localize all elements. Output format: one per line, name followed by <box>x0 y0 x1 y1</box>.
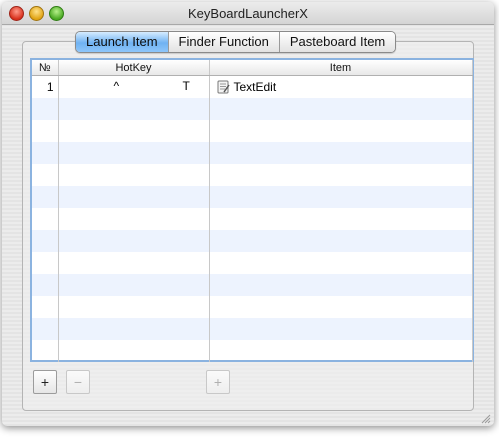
hotkey-cell[interactable]: ^ T <box>58 75 210 98</box>
table-row <box>32 142 473 164</box>
column-header-hotkey[interactable]: HotKey <box>58 60 210 76</box>
tab-finder-function[interactable]: Finder Function <box>167 32 279 52</box>
textedit-app-icon <box>216 80 230 94</box>
table-row <box>32 296 473 318</box>
table-row <box>32 340 473 362</box>
table-row <box>32 230 473 252</box>
tab-bar: Launch Item Finder Function Pasteboard I… <box>75 31 397 53</box>
table-row <box>32 98 473 120</box>
tab-launch-item[interactable]: Launch Item <box>76 32 168 52</box>
table-row <box>32 120 473 142</box>
tab-pasteboard-item[interactable]: Pasteboard Item <box>278 32 396 52</box>
launch-items-table[interactable]: № HotKey Item 1 ^ T TextEdit <box>30 58 474 362</box>
table-row <box>32 252 473 274</box>
item-name: TextEdit <box>233 80 277 94</box>
hotkey-modifier: ^ <box>113 79 120 93</box>
window-title: KeyBoardLauncherX <box>188 6 308 21</box>
table-row[interactable]: 1 ^ T TextEdit <box>32 75 473 98</box>
table-row <box>32 318 473 340</box>
remove-hotkey-button[interactable]: − <box>66 370 90 394</box>
table-row <box>32 208 473 230</box>
column-header-number[interactable]: № <box>32 60 59 76</box>
table-header-row: № HotKey Item <box>32 60 473 76</box>
title-bar[interactable]: KeyBoardLauncherX <box>2 2 494 25</box>
row-number-cell: 1 <box>32 75 59 98</box>
item-cell[interactable]: TextEdit <box>209 75 473 98</box>
table-row <box>32 164 473 186</box>
column-header-item[interactable]: Item <box>209 60 473 76</box>
add-item-button[interactable]: + <box>206 370 230 394</box>
hotkey-key: T <box>182 79 190 93</box>
table-row <box>32 274 473 296</box>
table-row <box>32 186 473 208</box>
resize-grip-icon[interactable] <box>479 411 491 424</box>
add-hotkey-button[interactable]: + <box>33 370 57 394</box>
main-window: KeyBoardLauncherX Launch Item Finder Fun… <box>2 2 494 426</box>
